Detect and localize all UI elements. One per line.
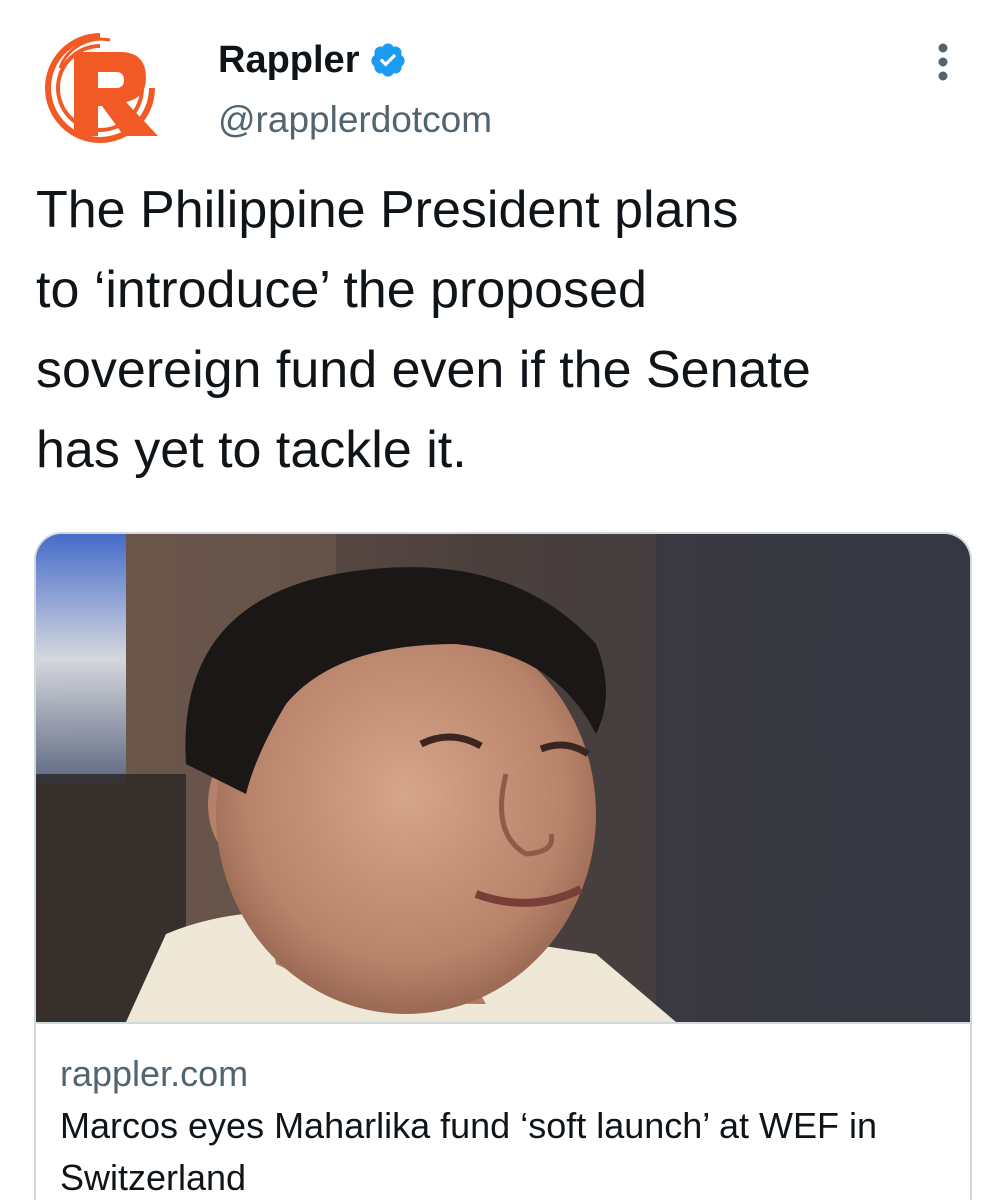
tweet-text: The Philippine President plans to ‘intro…: [36, 181, 811, 479]
display-name[interactable]: Rappler: [218, 38, 407, 82]
card-divider: [36, 1022, 970, 1024]
author-handle[interactable]: @rapplerdotcom: [218, 98, 492, 142]
avatar[interactable]: [40, 28, 170, 148]
verified-badge-icon: [371, 43, 406, 77]
card-title[interactable]: Marcos eyes Maharlika fund ‘soft launch’…: [60, 1100, 940, 1200]
link-card[interactable]: rappler.com Marcos eyes Maharlika fund ‘…: [34, 532, 972, 1200]
more-options-icon: [938, 43, 948, 81]
more-options-button[interactable]: [926, 40, 960, 84]
display-name-text[interactable]: Rappler: [218, 38, 359, 82]
card-domain: rappler.com: [60, 1053, 249, 1094]
rappler-logo-icon: [45, 33, 158, 143]
article-photo: [36, 534, 970, 1022]
